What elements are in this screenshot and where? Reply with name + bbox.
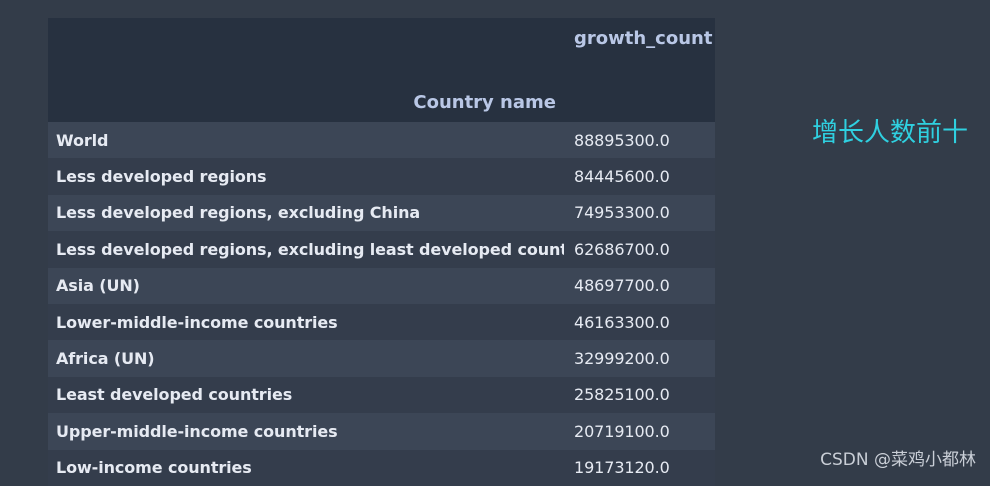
row-value: 20719100.0	[574, 421, 670, 441]
row-value: 19173120.0	[574, 458, 670, 478]
table-row: Low-income countries 19173120.0	[48, 449, 715, 486]
row-label: World	[56, 130, 109, 150]
row-value: 32999200.0	[574, 349, 670, 369]
table-body: World 88895300.0 Less developed regions …	[48, 122, 715, 486]
row-label: Upper-middle-income countries	[56, 421, 338, 441]
row-label: Less developed regions, excluding least …	[56, 239, 564, 259]
row-label: Lower-middle-income countries	[56, 312, 338, 332]
row-value: 46163300.0	[574, 312, 670, 332]
index-name-header: Country name	[48, 82, 564, 122]
table-row: Asia (UN) 48697700.0	[48, 267, 715, 304]
row-value: 88895300.0	[574, 130, 670, 150]
column-header-row: growth_count	[48, 18, 715, 82]
row-label: Africa (UN)	[56, 349, 155, 369]
table-row: Less developed regions, excluding China …	[48, 194, 715, 232]
table-row: Less developed regions 84445600.0	[48, 158, 715, 195]
table-row: Less developed regions, excluding least …	[48, 231, 715, 268]
row-label: Less developed regions	[56, 167, 267, 187]
row-label: Low-income countries	[56, 458, 252, 478]
row-value: 84445600.0	[574, 167, 670, 187]
growth-count-header: growth_count	[564, 18, 715, 82]
table-row: World 88895300.0	[48, 122, 715, 159]
dataframe-output: growth_count Country name World 88895300…	[48, 18, 715, 486]
row-value: 25825100.0	[574, 385, 670, 405]
watermark: CSDN @菜鸡小都林	[820, 450, 976, 470]
growth-table: growth_count Country name World 88895300…	[48, 18, 715, 486]
blank-header-cell	[48, 18, 564, 82]
row-value: 48697700.0	[574, 276, 670, 296]
row-label: Least developed countries	[56, 385, 293, 405]
table-row: Africa (UN) 32999200.0	[48, 340, 715, 377]
row-label: Asia (UN)	[56, 276, 140, 296]
blank-index-cell	[564, 82, 715, 122]
table-row: Upper-middle-income countries 20719100.0	[48, 413, 715, 450]
row-value: 74953300.0	[574, 203, 670, 223]
table-header: growth_count Country name	[48, 18, 715, 122]
row-value: 62686700.0	[574, 239, 670, 259]
index-header-row: Country name	[48, 82, 715, 122]
row-label: Less developed regions, excluding China	[56, 203, 421, 223]
annotation-text: 增长人数前十	[812, 118, 969, 148]
table-row: Least developed countries 25825100.0	[48, 376, 715, 414]
table-row: Lower-middle-income countries 46163300.0	[48, 303, 715, 341]
